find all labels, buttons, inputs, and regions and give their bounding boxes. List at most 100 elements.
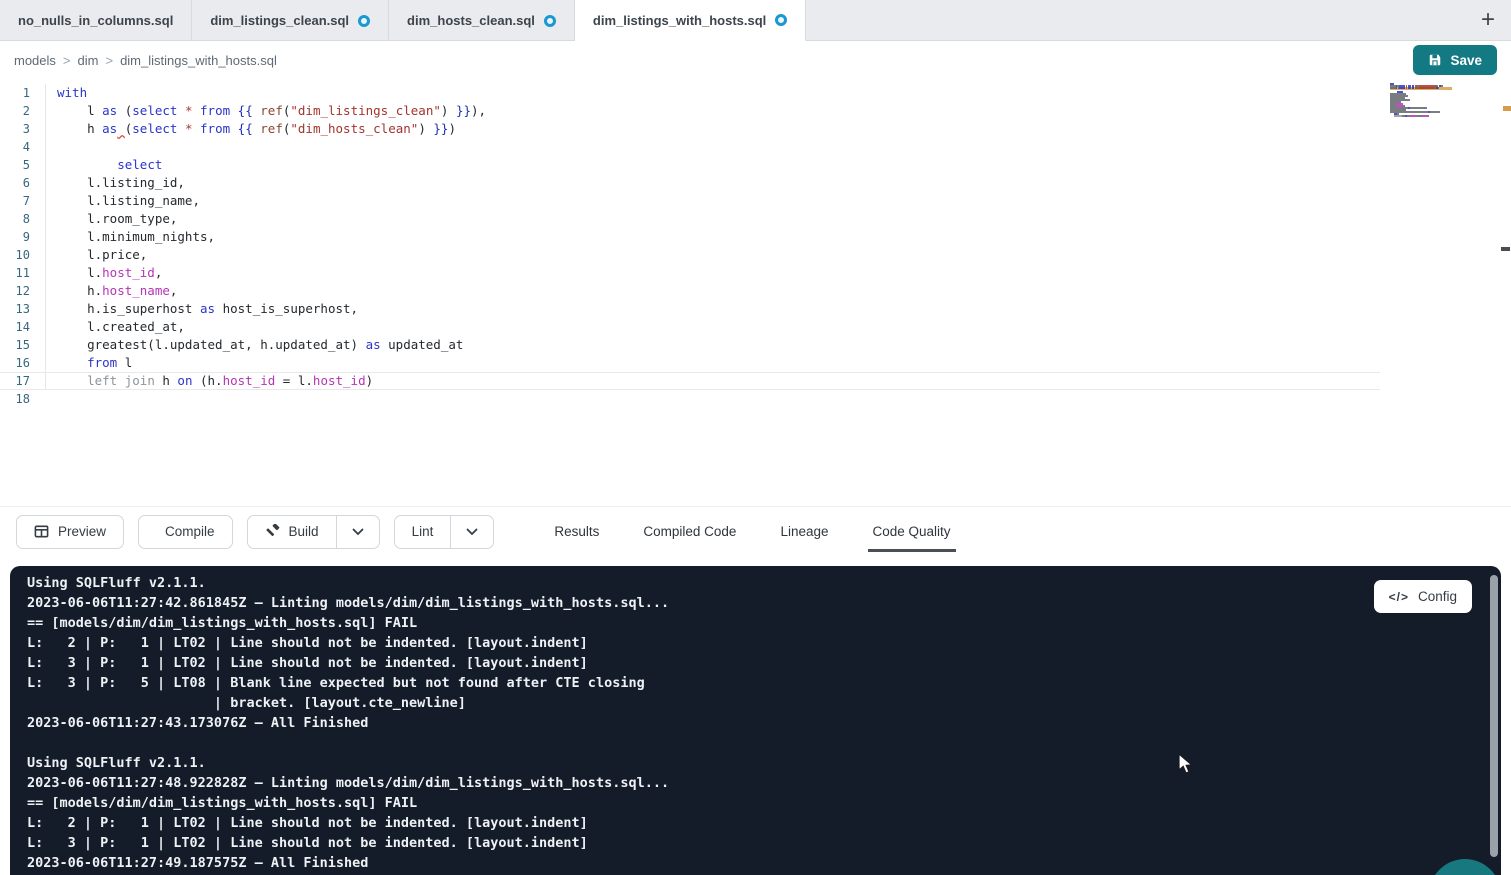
editor-line[interactable]: 12 h.host_name, bbox=[0, 282, 1380, 300]
line-code: h.host_name, bbox=[57, 282, 177, 300]
line-code: l as (select * from {{ ref("dim_listings… bbox=[57, 102, 486, 120]
breadcrumb: models>dim>dim_listings_with_hosts.sql bbox=[14, 53, 277, 68]
line-number: 12 bbox=[0, 282, 30, 300]
code-editor[interactable]: 1with2 l as (select * from {{ ref("dim_l… bbox=[0, 79, 1511, 506]
editor-tab[interactable]: no_nulls_in_columns.sql bbox=[0, 0, 192, 41]
unsaved-dot-icon bbox=[358, 15, 370, 27]
terminal-line: L: 3 | P: 1 | LT02 | Line should not be … bbox=[27, 653, 1381, 673]
code-lines: 1with2 l as (select * from {{ ref("dim_l… bbox=[0, 84, 1380, 408]
breadcrumb-segment[interactable]: dim bbox=[78, 53, 99, 68]
editor-line[interactable]: 1with bbox=[0, 84, 1380, 102]
line-number: 5 bbox=[0, 156, 30, 174]
tab-label: dim_listings_clean.sql bbox=[210, 13, 349, 28]
editor-tab[interactable]: dim_listings_clean.sql bbox=[192, 0, 389, 41]
breadcrumb-segment[interactable]: models bbox=[14, 53, 56, 68]
editor-line[interactable]: 4 bbox=[0, 138, 1380, 156]
editor-line[interactable]: 3 h as (select * from {{ ref("dim_hosts_… bbox=[0, 120, 1380, 138]
line-code: l.created_at, bbox=[57, 318, 185, 336]
breadcrumb-separator: > bbox=[63, 53, 71, 68]
config-button[interactable]: </> Config bbox=[1374, 580, 1472, 613]
minimap-line bbox=[1390, 117, 1448, 119]
editor-line[interactable]: 8 l.room_type, bbox=[0, 210, 1380, 228]
editor-line[interactable]: 15 greatest(l.updated_at, h.updated_at) … bbox=[0, 336, 1380, 354]
line-number: 17 bbox=[0, 372, 30, 390]
line-code: from l bbox=[57, 354, 132, 372]
terminal-line: 2023-06-06T11:27:48.922828Z — Linting mo… bbox=[27, 773, 1381, 793]
line-code: left join h on (h.host_id = l.host_id) bbox=[57, 372, 373, 390]
terminal-line: 2023-06-06T11:27:42.861845Z — Linting mo… bbox=[27, 593, 1381, 613]
line-code: l.room_type, bbox=[57, 210, 177, 228]
build-button[interactable]: Build bbox=[247, 515, 336, 549]
panel-tabs: Results Compiled Code Lineage Code Quality bbox=[552, 507, 952, 557]
panel-tab-code-quality[interactable]: Code Quality bbox=[871, 509, 953, 554]
editor-line[interactable]: 5 select bbox=[0, 156, 1380, 174]
lint-button[interactable]: Lint bbox=[394, 515, 451, 549]
build-dropdown-button[interactable] bbox=[336, 515, 380, 549]
panel-tab-compiled-code[interactable]: Compiled Code bbox=[641, 509, 738, 554]
line-number: 6 bbox=[0, 174, 30, 192]
editor-line[interactable]: 10 l.price, bbox=[0, 246, 1380, 264]
terminal-line: L: 3 | P: 5 | LT08 | Blank line expected… bbox=[27, 673, 1381, 693]
line-number: 11 bbox=[0, 264, 30, 282]
minimap[interactable] bbox=[1390, 83, 1448, 119]
lint-split-button: Lint bbox=[394, 515, 495, 549]
unsaved-dot-icon bbox=[544, 15, 556, 27]
editor-tab[interactable]: dim_hosts_clean.sql bbox=[389, 0, 575, 41]
scrollbar-warning-marker bbox=[1503, 106, 1511, 111]
editor-tab[interactable]: dim_listings_with_hosts.sql bbox=[575, 0, 806, 41]
lint-label: Lint bbox=[412, 524, 434, 539]
line-number: 1 bbox=[0, 84, 30, 102]
line-number: 13 bbox=[0, 300, 30, 318]
tab-label: no_nulls_in_columns.sql bbox=[18, 13, 173, 28]
line-number: 3 bbox=[0, 120, 30, 138]
build-split-button: Build bbox=[247, 515, 380, 549]
lint-dropdown-button[interactable] bbox=[450, 515, 494, 549]
panel-tab-lineage[interactable]: Lineage bbox=[778, 509, 830, 554]
editor-line[interactable]: 18 bbox=[0, 390, 1380, 408]
line-number: 7 bbox=[0, 192, 30, 210]
line-number: 10 bbox=[0, 246, 30, 264]
line-code: select bbox=[57, 156, 162, 174]
line-number: 9 bbox=[0, 228, 30, 246]
panel-tab-results[interactable]: Results bbox=[552, 509, 601, 554]
editor-line[interactable]: 16 from l bbox=[0, 354, 1380, 372]
terminal-line: L: 2 | P: 1 | LT02 | Line should not be … bbox=[27, 633, 1381, 653]
terminal-output: Using SQLFluff v2.1.1.2023-06-06T11:27:4… bbox=[27, 573, 1381, 873]
code-icon: </> bbox=[1389, 590, 1409, 604]
editor-line[interactable]: 7 l.listing_name, bbox=[0, 192, 1380, 210]
line-code: l.listing_name, bbox=[57, 192, 200, 210]
line-code: l.minimum_nights, bbox=[57, 228, 215, 246]
editor-line[interactable]: 11 l.host_id, bbox=[0, 264, 1380, 282]
editor-line[interactable]: 6 l.listing_id, bbox=[0, 174, 1380, 192]
preview-label: Preview bbox=[58, 524, 106, 539]
editor-line[interactable]: 13 h.is_superhost as host_is_superhost, bbox=[0, 300, 1380, 318]
line-code: l.listing_id, bbox=[57, 174, 185, 192]
line-number: 16 bbox=[0, 354, 30, 372]
breadcrumb-segment[interactable]: dim_listings_with_hosts.sql bbox=[120, 53, 277, 68]
terminal-line: L: 2 | P: 1 | LT02 | Line should not be … bbox=[27, 813, 1381, 833]
line-code: h as (select * from {{ ref("dim_hosts_cl… bbox=[57, 120, 456, 138]
hammer-icon bbox=[265, 524, 280, 539]
line-code: greatest(l.updated_at, h.updated_at) as … bbox=[57, 336, 463, 354]
line-number: 15 bbox=[0, 336, 30, 354]
table-icon bbox=[34, 524, 49, 539]
action-toolbar: Preview Compile Build Lint Results Compiled C… bbox=[0, 506, 1511, 556]
terminal-scrollbar[interactable] bbox=[1490, 575, 1498, 857]
editor-line[interactable]: 14 l.created_at, bbox=[0, 318, 1380, 336]
editor-line[interactable]: 2 l as (select * from {{ ref("dim_listin… bbox=[0, 102, 1380, 120]
line-number: 14 bbox=[0, 318, 30, 336]
save-button[interactable]: Save bbox=[1413, 45, 1497, 75]
config-label: Config bbox=[1418, 589, 1457, 604]
tab-bar: no_nulls_in_columns.sql dim_listings_clea… bbox=[0, 0, 1511, 41]
scrollbar-position-marker bbox=[1501, 247, 1510, 251]
line-number: 8 bbox=[0, 210, 30, 228]
breadcrumb-row: models>dim>dim_listings_with_hosts.sql S… bbox=[0, 41, 1511, 79]
new-tab-button[interactable]: + bbox=[1481, 8, 1495, 32]
editor-line[interactable]: 17 left join h on (h.host_id = l.host_id… bbox=[0, 372, 1380, 390]
ide-window: no_nulls_in_columns.sql dim_listings_clea… bbox=[0, 0, 1511, 875]
tab-label: dim_listings_with_hosts.sql bbox=[593, 13, 766, 28]
editor-line[interactable]: 9 l.minimum_nights, bbox=[0, 228, 1380, 246]
compile-button[interactable]: Compile bbox=[138, 515, 233, 549]
tab-label: dim_hosts_clean.sql bbox=[407, 13, 535, 28]
preview-button[interactable]: Preview bbox=[16, 515, 124, 549]
